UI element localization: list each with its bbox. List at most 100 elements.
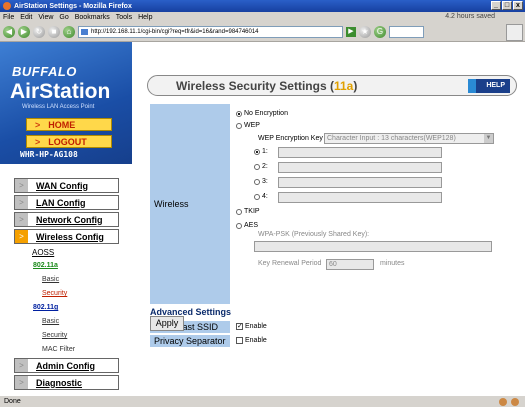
go-icon[interactable]: ▶ — [346, 27, 356, 37]
sidebar-sub-aoss[interactable]: AOSS — [32, 248, 54, 257]
renewal-period-input[interactable]: 60 — [326, 259, 374, 270]
wep-key-3-option[interactable]: 3: — [254, 178, 268, 185]
psk-input[interactable] — [254, 241, 492, 252]
navigation-toolbar: ◀ ▶ ↻ ■ ⌂ http://192.168.11.1/cgi-bin/cg… — [0, 23, 525, 42]
sidebar-item-wireless-config[interactable]: > Wireless Config — [14, 229, 119, 244]
sidebar-item-lan-config[interactable]: > LAN Config — [14, 195, 119, 210]
chevron-right-icon: > — [35, 136, 41, 147]
sidebar-sub-11a-basic[interactable]: Basic — [42, 276, 59, 283]
apply-button[interactable]: Apply — [150, 316, 184, 331]
stop-icon[interactable]: ■ — [48, 26, 60, 38]
chevron-right-icon: > — [15, 196, 28, 209]
help-button[interactable]: HELP — [468, 79, 510, 93]
menu-file[interactable]: File — [3, 14, 14, 21]
psk-label: WPA-PSK (Previously Shared Key): — [258, 231, 370, 238]
wep-key-4-option[interactable]: 4: — [254, 193, 268, 200]
product-tagline: Wireless LAN Access Point — [22, 104, 95, 110]
sidebar-sub-mac-filter[interactable]: MAC Filter — [42, 346, 75, 353]
renewal-period-label: Key Renewal Period — [258, 260, 322, 267]
broadcast-ssid-checkbox[interactable]: ✓ Enable — [236, 323, 267, 330]
sidebar-item-admin-config[interactable]: > Admin Config — [14, 358, 119, 373]
chevron-right-icon: > — [15, 213, 28, 226]
maximize-button[interactable]: □ — [502, 1, 512, 10]
privacy-separator-checkbox[interactable]: Enable — [236, 337, 267, 344]
wep-key-label: WEP Encryption Key — [258, 135, 323, 142]
chevron-right-icon: > — [15, 359, 28, 372]
chevron-right-icon: > — [15, 376, 28, 389]
wep-key-1-option[interactable]: 1: — [254, 148, 268, 155]
home-icon[interactable]: ⌂ — [63, 26, 75, 38]
status-text: Done — [4, 398, 21, 405]
wep-key-4-input[interactable] — [278, 192, 442, 203]
menu-go[interactable]: Go — [59, 14, 68, 21]
menu-tools[interactable]: Tools — [116, 14, 132, 21]
forward-icon[interactable]: ▶ — [18, 26, 30, 38]
page-header: Wireless Security Settings (11a) HELP — [147, 75, 517, 96]
wep-key-3-input[interactable] — [278, 177, 442, 188]
model-name: WHR-HP-AG108 — [20, 150, 78, 159]
chevron-down-icon: ▼ — [484, 134, 493, 143]
checkbox-checked-icon[interactable]: ✓ — [236, 323, 243, 330]
sidebar-sub-11g-basic[interactable]: Basic — [42, 318, 59, 325]
radio-icon[interactable] — [254, 178, 260, 185]
firefox-icon — [3, 2, 11, 10]
bookmark-icon[interactable]: ★ — [359, 26, 371, 38]
sidebar-sub-802-11a[interactable]: 802.11a — [33, 262, 58, 269]
close-button[interactable]: x — [513, 1, 523, 10]
sidebar: BUFFALO AirStation Wireless LAN Access P… — [0, 42, 132, 395]
url-field[interactable]: http://192.168.11.1/cgi-bin/cgi?req=tfr&… — [78, 26, 343, 38]
radio-icon[interactable] — [236, 208, 242, 215]
search-input[interactable] — [389, 26, 424, 38]
brand-logo: BUFFALO — [12, 64, 77, 79]
sidebar-item-wan-config[interactable]: > WAN Config — [14, 178, 119, 193]
tkip-option[interactable]: TKIP — [236, 208, 260, 215]
encryption-options: No Encryption WEP WEP Encryption Key Cha… — [232, 104, 499, 304]
logout-button[interactable]: > LOGOUT — [26, 135, 112, 148]
window-title: AirStation Settings - Mozilla Firefox — [14, 2, 132, 10]
saved-status: 4.2 hours saved — [445, 13, 495, 20]
window-controls: _ □ x — [491, 1, 523, 10]
wep-key-1-input[interactable] — [278, 147, 442, 158]
radio-icon[interactable] — [236, 122, 242, 129]
radio-icon[interactable] — [254, 193, 260, 200]
brand-panel: BUFFALO AirStation Wireless LAN Access P… — [0, 42, 132, 164]
privacy-separator-label: Privacy Separator — [150, 335, 230, 347]
wep-key-2-option[interactable]: 2: — [254, 163, 268, 170]
radio-icon[interactable] — [236, 222, 242, 229]
wep-option[interactable]: WEP — [236, 122, 260, 129]
menu-bar: File Edit View Go Bookmarks Tools Help 4… — [0, 12, 525, 23]
page-content: BUFFALO AirStation Wireless LAN Access P… — [0, 42, 525, 395]
radio-icon[interactable] — [254, 163, 260, 170]
wireless-encryption-label: Wireless Encryption — [150, 104, 230, 304]
chevron-right-icon: > — [15, 179, 28, 192]
home-button[interactable]: > HOME — [26, 118, 112, 131]
product-name: AirStation — [10, 80, 111, 103]
aes-option[interactable]: AES — [236, 222, 258, 229]
extension-icon[interactable] — [499, 398, 507, 406]
checkbox-icon[interactable] — [236, 337, 243, 344]
wep-key-2-input[interactable] — [278, 162, 442, 173]
menu-view[interactable]: View — [38, 14, 53, 21]
throbber-icon — [506, 24, 523, 41]
sidebar-sub-11a-security[interactable]: Security — [42, 290, 67, 297]
no-encryption-option[interactable]: No Encryption — [236, 110, 288, 117]
radio-selected-icon[interactable] — [236, 110, 242, 117]
renewal-unit: minutes — [380, 260, 405, 267]
search-engine-icon[interactable]: G — [374, 26, 386, 38]
menu-help[interactable]: Help — [138, 14, 152, 21]
chevron-right-icon: > — [15, 230, 28, 243]
chevron-right-icon: > — [35, 119, 41, 130]
sidebar-item-network-config[interactable]: > Network Config — [14, 212, 119, 227]
back-icon[interactable]: ◀ — [3, 26, 15, 38]
minimize-button[interactable]: _ — [491, 1, 501, 10]
security-icon[interactable] — [511, 398, 519, 406]
window-titlebar: AirStation Settings - Mozilla Firefox _ … — [0, 0, 525, 12]
wep-key-select[interactable]: Character Input : 13 characters(WEP128) … — [324, 133, 494, 144]
menu-edit[interactable]: Edit — [20, 14, 32, 21]
sidebar-sub-802-11g[interactable]: 802.11g — [33, 304, 58, 311]
radio-selected-icon[interactable] — [254, 148, 260, 155]
sidebar-sub-11g-security[interactable]: Security — [42, 332, 67, 339]
sidebar-item-diagnostic[interactable]: > Diagnostic — [14, 375, 119, 390]
menu-bookmarks[interactable]: Bookmarks — [75, 14, 110, 21]
reload-icon[interactable]: ↻ — [33, 26, 45, 38]
